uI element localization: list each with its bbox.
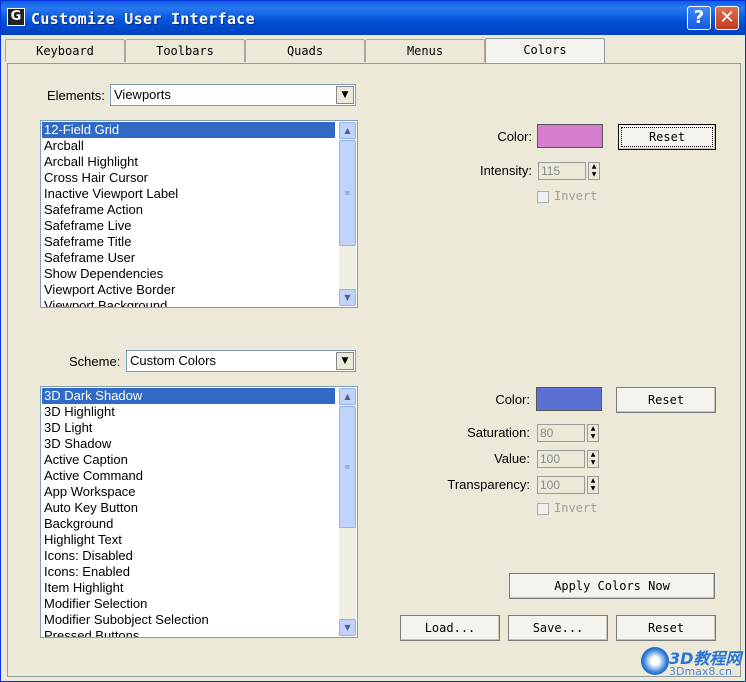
tab-quads[interactable]: Quads xyxy=(245,39,365,62)
scheme-list-item[interactable]: Background xyxy=(42,516,335,532)
saturation-spinner-arrows[interactable]: ▲ ▼ xyxy=(587,424,599,442)
transparency-spinner-field[interactable]: 100 xyxy=(537,476,585,494)
elements-list-item[interactable]: Inactive Viewport Label xyxy=(42,186,335,202)
transparency-label: Transparency: xyxy=(447,477,530,492)
scroll-thumb[interactable]: ≡ xyxy=(339,140,356,246)
load-button[interactable]: Load... xyxy=(400,615,500,641)
scheme-listbox[interactable]: 3D Dark Shadow 3D Highlight 3D Light 3D Sha… xyxy=(40,386,358,638)
scheme-color-label: Color: xyxy=(495,392,530,407)
scheme-list-item[interactable]: Icons: Enabled xyxy=(42,564,335,580)
elements-list-item[interactable]: 12-Field Grid xyxy=(42,122,335,138)
scheme-list-item[interactable]: Auto Key Button xyxy=(42,500,335,516)
elements-label: Elements: xyxy=(47,88,105,103)
colors-panel: Elements: Viewports ▼ 12-Field Grid Arcba… xyxy=(7,63,741,677)
chevron-down-icon[interactable]: ▼ xyxy=(336,352,354,370)
elements-list-item[interactable]: Safeframe Title xyxy=(42,234,335,250)
scheme-color-swatch[interactable] xyxy=(536,387,602,411)
help-button[interactable]: ? xyxy=(687,6,711,30)
scheme-list-item[interactable]: App Workspace xyxy=(42,484,335,500)
elements-dropdown[interactable]: Viewports ▼ xyxy=(110,84,356,106)
tab-keyboard[interactable]: Keyboard xyxy=(5,39,125,62)
customize-ui-window: G Customize User Interface ? ✕ Keyboard … xyxy=(0,0,746,682)
apply-colors-now-button[interactable]: Apply Colors Now xyxy=(509,573,715,599)
elements-list-item[interactable]: Arcball Highlight xyxy=(42,154,335,170)
scheme-dropdown-value: Custom Colors xyxy=(130,353,216,368)
scheme-list-item[interactable]: Pressed Buttons xyxy=(42,628,335,637)
title-bar[interactable]: G Customize User Interface ? ✕ xyxy=(1,1,745,35)
element-color-swatch[interactable] xyxy=(537,124,603,148)
transparency-spinner-arrows[interactable]: ▲ ▼ xyxy=(587,476,599,494)
scheme-label: Scheme: xyxy=(69,354,121,369)
watermark-logo-icon xyxy=(641,647,669,675)
scheme-reset-button[interactable]: Reset xyxy=(616,387,716,413)
chevron-down-icon[interactable]: ▼ xyxy=(336,86,354,104)
elements-list-item[interactable]: Safeframe User xyxy=(42,250,335,266)
scheme-list-item[interactable]: Icons: Disabled xyxy=(42,548,335,564)
intensity-spinner-field[interactable]: 115 xyxy=(538,162,586,180)
elements-list-item[interactable]: Viewport Background xyxy=(42,298,335,307)
scheme-list-item[interactable]: 3D Shadow xyxy=(42,436,335,452)
scroll-thumb[interactable]: ≡ xyxy=(339,406,356,528)
scheme-invert-label: Invert xyxy=(554,501,598,515)
tab-strip: Keyboard Toolbars Quads Menus Colors xyxy=(5,38,741,63)
scheme-invert-checkbox[interactable] xyxy=(537,503,549,515)
watermark-line2: 3Dmax8.cn xyxy=(669,665,732,678)
element-invert-label: Invert xyxy=(554,189,598,203)
value-label: Value: xyxy=(494,451,530,466)
value-spinner-arrows[interactable]: ▲ ▼ xyxy=(587,450,599,468)
scheme-list-item[interactable]: Highlight Text xyxy=(42,532,335,548)
tab-toolbars[interactable]: Toolbars xyxy=(125,39,245,62)
scheme-list-item[interactable]: Active Caption xyxy=(42,452,335,468)
app-icon: G xyxy=(7,8,25,26)
scheme-list-item[interactable]: Item Highlight xyxy=(42,580,335,596)
elements-list: 12-Field Grid Arcball Arcball Highlight Cro… xyxy=(42,122,335,307)
intensity-spinner-arrows[interactable]: ▲ ▼ xyxy=(588,162,600,180)
close-button[interactable]: ✕ xyxy=(715,6,739,30)
tab-menus[interactable]: Menus xyxy=(365,39,485,62)
window-title: Customize User Interface xyxy=(31,10,255,28)
element-reset-button[interactable]: Reset xyxy=(618,124,716,150)
elements-list-item[interactable]: Safeframe Live xyxy=(42,218,335,234)
scheme-list: 3D Dark Shadow 3D Highlight 3D Light 3D Sha… xyxy=(42,388,335,637)
scroll-up-icon[interactable]: ▲ xyxy=(339,122,356,139)
value-spinner-field[interactable]: 100 xyxy=(537,450,585,468)
elements-list-item[interactable]: Cross Hair Cursor xyxy=(42,170,335,186)
watermark: 3D教程网 3Dmax8.cn xyxy=(641,643,745,681)
element-color-label: Color: xyxy=(497,129,532,144)
scheme-list-item[interactable]: 3D Dark Shadow xyxy=(42,388,335,404)
elements-scrollbar[interactable]: ▲ ≡ ▼ xyxy=(339,122,356,306)
reset-button[interactable]: Reset xyxy=(616,615,716,641)
elements-list-item[interactable]: Viewport Active Border xyxy=(42,282,335,298)
elements-list-item[interactable]: Arcball xyxy=(42,138,335,154)
scheme-list-item[interactable]: Modifier Subobject Selection xyxy=(42,612,335,628)
scroll-down-icon[interactable]: ▼ xyxy=(339,619,356,636)
scroll-up-icon[interactable]: ▲ xyxy=(339,388,356,405)
scheme-list-item[interactable]: Active Command xyxy=(42,468,335,484)
scheme-list-item[interactable]: 3D Light xyxy=(42,420,335,436)
intensity-label: Intensity: xyxy=(479,163,532,178)
elements-dropdown-value: Viewports xyxy=(114,87,171,102)
elements-list-item[interactable]: Show Dependencies xyxy=(42,266,335,282)
saturation-label: Saturation: xyxy=(467,425,530,440)
elements-listbox[interactable]: 12-Field Grid Arcball Arcball Highlight Cro… xyxy=(40,120,358,308)
scheme-list-item[interactable]: Modifier Selection xyxy=(42,596,335,612)
scheme-list-item[interactable]: 3D Highlight xyxy=(42,404,335,420)
scroll-down-icon[interactable]: ▼ xyxy=(339,289,356,306)
scheme-scrollbar[interactable]: ▲ ≡ ▼ xyxy=(339,388,356,636)
tab-colors[interactable]: Colors xyxy=(485,38,605,63)
scheme-dropdown[interactable]: Custom Colors ▼ xyxy=(126,350,356,372)
save-button[interactable]: Save... xyxy=(508,615,608,641)
element-invert-checkbox[interactable] xyxy=(537,191,549,203)
saturation-spinner-field[interactable]: 80 xyxy=(537,424,585,442)
elements-list-item[interactable]: Safeframe Action xyxy=(42,202,335,218)
